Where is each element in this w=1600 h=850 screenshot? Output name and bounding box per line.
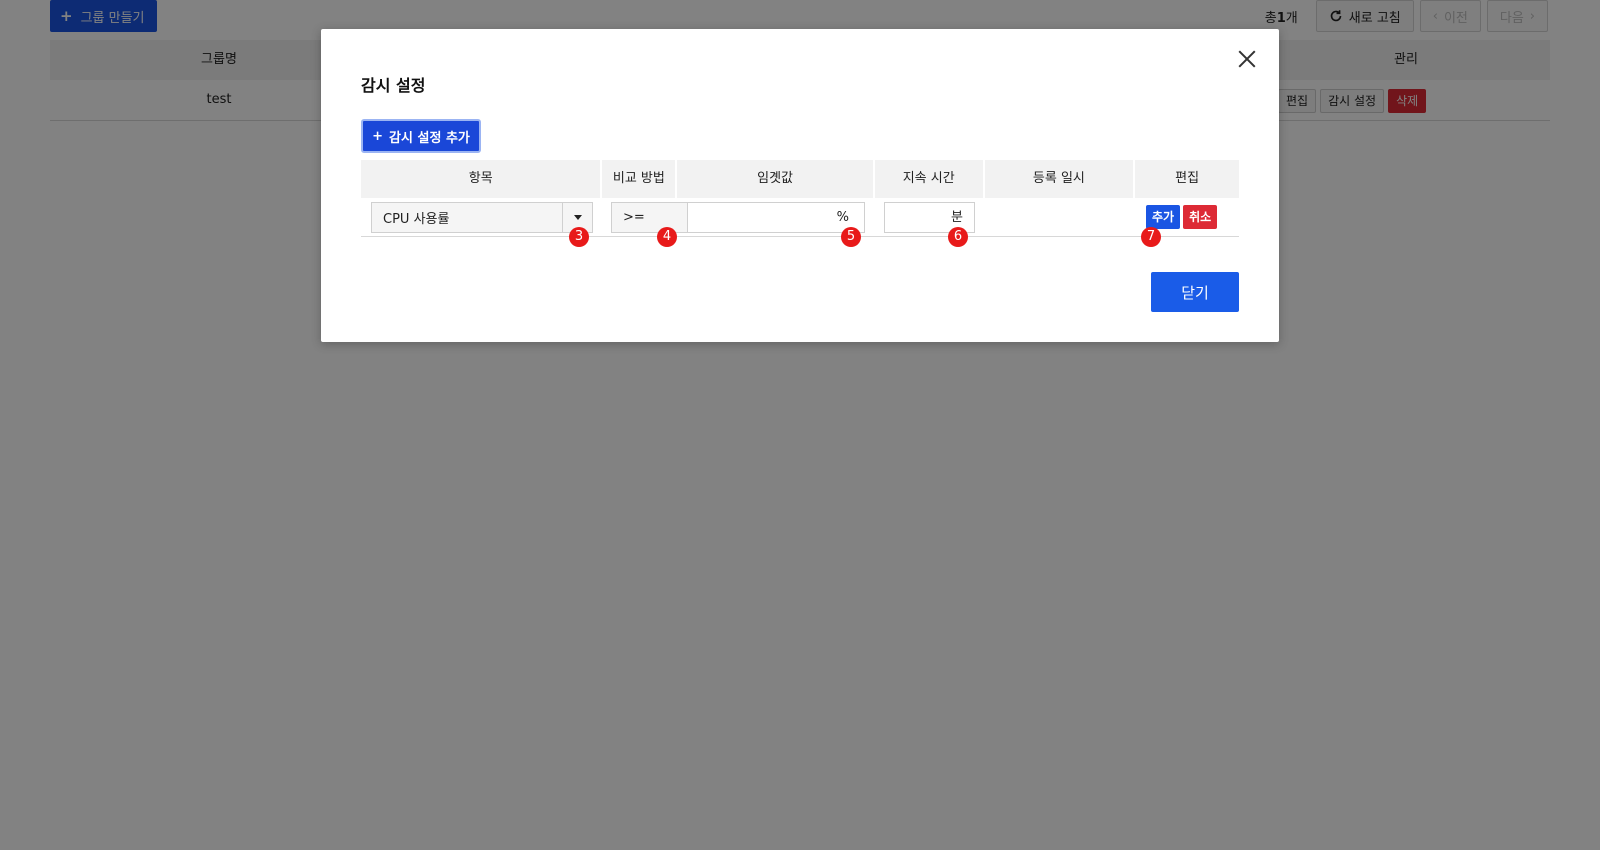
marker-6: 6 bbox=[948, 227, 968, 247]
marker-7: 7 bbox=[1141, 227, 1161, 247]
marker-5: 5 bbox=[841, 227, 861, 247]
row-edit-actions: 추가 취소 bbox=[1146, 205, 1218, 229]
plus-icon: + bbox=[372, 128, 384, 144]
cancel-row-button[interactable]: 취소 bbox=[1183, 205, 1218, 229]
column-header-registered-at: 등록 일시 bbox=[984, 160, 1134, 198]
monitor-settings-dialog: 감시 설정 + 감시 설정 추가 항목 비교 방법 임곗값 지속 시간 등록 일… bbox=[321, 29, 1279, 342]
column-header-duration: 지속 시간 bbox=[874, 160, 983, 198]
dialog-title: 감시 설정 bbox=[361, 76, 426, 95]
add-row-button[interactable]: 추가 bbox=[1146, 205, 1181, 229]
add-monitor-setting-label: 감시 설정 추가 bbox=[389, 130, 470, 146]
column-header-item: 항목 bbox=[361, 160, 601, 198]
add-monitor-setting-button[interactable]: + 감시 설정 추가 bbox=[361, 119, 481, 153]
item-select[interactable]: CPU 사용률 bbox=[371, 202, 593, 233]
marker-3: 3 bbox=[569, 227, 589, 247]
column-header-edit: 편집 bbox=[1135, 160, 1239, 198]
column-header-compare: 비교 방법 bbox=[602, 160, 676, 198]
monitor-settings-table: 항목 비교 방법 임곗값 지속 시간 등록 일시 편집 CPU 사용률 3 >=… bbox=[361, 160, 1239, 247]
table-header: 항목 비교 방법 임곗값 지속 시간 등록 일시 편집 bbox=[361, 160, 1239, 198]
threshold-input[interactable]: % bbox=[687, 202, 865, 233]
compare-method-field[interactable]: >= bbox=[611, 202, 687, 233]
marker-4: 4 bbox=[657, 227, 677, 247]
item-select-value: CPU 사용률 bbox=[383, 212, 450, 227]
close-button[interactable]: 닫기 bbox=[1151, 272, 1239, 312]
new-setting-row: CPU 사용률 3 >= 4 % 5 분 6 추가 취소 7 bbox=[361, 198, 1239, 247]
column-header-threshold: 임곗값 bbox=[677, 160, 873, 198]
close-icon[interactable] bbox=[1237, 49, 1257, 69]
caret-down-icon bbox=[573, 215, 582, 220]
